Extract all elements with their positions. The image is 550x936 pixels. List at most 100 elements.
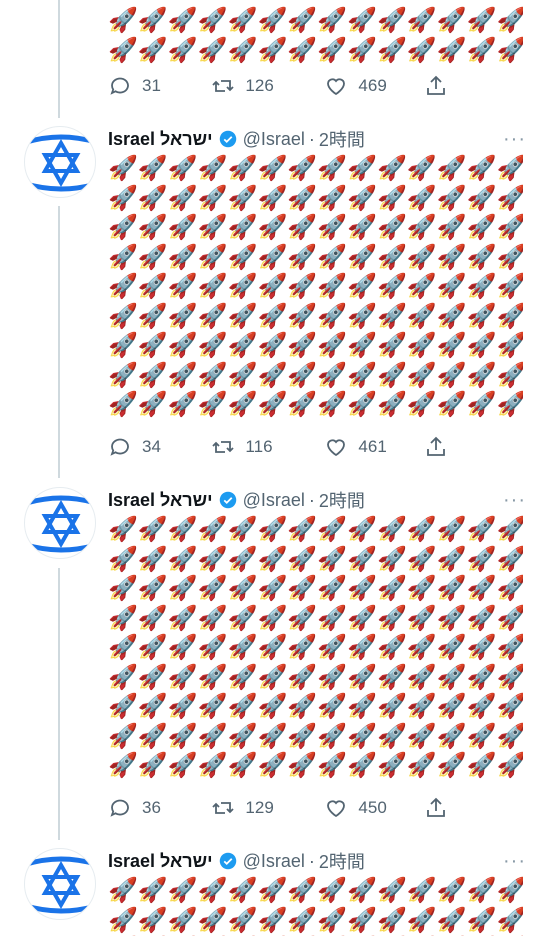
retweet-button[interactable]: 126 <box>211 72 324 100</box>
rocket-emoji: 🚀 <box>496 721 523 750</box>
emoji-grid: 🚀🚀🚀🚀🚀🚀🚀🚀🚀🚀🚀🚀🚀🚀🚀🚀🚀🚀🚀🚀🚀🚀🚀🚀🚀🚀🚀🚀🚀🚀🚀🚀🚀🚀🚀🚀🚀🚀🚀🚀… <box>108 515 523 781</box>
rocket-emoji: 🚀 <box>436 154 467 182</box>
rocket-emoji: 🚀 <box>496 905 523 934</box>
rocket-emoji: 🚀 <box>496 154 523 182</box>
heart-icon <box>327 78 346 96</box>
retweet-button[interactable]: 129 <box>211 794 324 822</box>
reply-bubble-icon <box>110 438 129 456</box>
rocket-emoji: 🚀 <box>108 662 138 691</box>
avatar[interactable] <box>24 126 96 198</box>
rocket-emoji: 🚀 <box>347 544 378 573</box>
rocket-emoji: 🚀 <box>406 574 437 602</box>
rocket-emoji: 🚀 <box>257 390 288 418</box>
rocket-emoji: 🚀 <box>436 751 467 779</box>
share-button[interactable] <box>424 433 458 461</box>
tweet-header: Israel ישראל @Israel · 2時間 <box>108 126 365 152</box>
avatar[interactable] <box>24 487 96 559</box>
rocket-emoji: 🚀 <box>197 390 228 418</box>
rocket-emoji: 🚀 <box>227 574 258 602</box>
timestamp[interactable]: 2時間 <box>319 126 365 152</box>
rocket-emoji: 🚀 <box>496 390 523 418</box>
rocket-emoji: 🚀 <box>197 633 228 661</box>
rocket-emoji: 🚀 <box>436 6 467 34</box>
rocket-emoji: 🚀 <box>436 544 467 573</box>
rocket-emoji: 🚀 <box>406 603 437 632</box>
share-button[interactable] <box>424 72 458 100</box>
handle[interactable]: @Israel <box>243 490 305 511</box>
emoji-grid: 🚀🚀🚀🚀🚀🚀🚀🚀🚀🚀🚀🚀🚀🚀🚀🚀🚀🚀🚀🚀🚀🚀🚀🚀🚀🚀🚀🚀🚀🚀🚀🚀🚀🚀🚀🚀🚀🚀🚀🚀… <box>108 876 523 936</box>
reply-button[interactable]: 34 <box>108 433 211 461</box>
rocket-emoji: 🚀 <box>466 242 497 271</box>
rocket-emoji: 🚀 <box>347 272 378 300</box>
more-horizontal-icon[interactable]: ··· <box>503 487 526 513</box>
rocket-emoji: 🚀 <box>347 213 378 241</box>
rocket-emoji: 🚀 <box>108 603 138 632</box>
rocket-emoji: 🚀 <box>227 692 258 720</box>
rocket-emoji: 🚀 <box>496 360 523 389</box>
rocket-emoji: 🚀 <box>137 751 168 779</box>
rocket-emoji: 🚀 <box>436 876 467 904</box>
rocket-emoji: 🚀 <box>137 876 168 904</box>
avatar[interactable] <box>24 848 96 920</box>
reply-button[interactable]: 31 <box>108 72 211 100</box>
tweet[interactable]: Israel ישראל @Israel · 2時間 ··· 🚀 🚀 🚀 🚀 🚀 🚀 🚀 🚀 🚀… <box>0 848 550 936</box>
rocket-emoji: 🚀 <box>496 574 523 602</box>
rocket-emoji: 🚀 <box>377 213 407 241</box>
share-button[interactable] <box>424 794 458 822</box>
rocket-emoji: 🚀 <box>377 242 407 271</box>
rocket-emoji: 🚀 <box>257 876 288 904</box>
rocket-emoji: 🚀 <box>257 544 288 573</box>
more-horizontal-icon[interactable]: ··· <box>503 126 526 152</box>
rocket-emoji: 🚀 <box>167 183 198 212</box>
handle[interactable]: @Israel <box>243 129 305 150</box>
like-button[interactable]: 461 <box>324 433 424 461</box>
rocket-emoji: 🚀 <box>167 242 198 271</box>
rocket-emoji: 🚀 <box>167 6 198 34</box>
reply-button[interactable]: 36 <box>108 794 211 822</box>
like-button[interactable]: 450 <box>324 794 424 822</box>
rocket-emoji: 🚀 <box>466 6 497 34</box>
rocket-emoji: 🚀 <box>167 751 198 779</box>
rocket-emoji: 🚀 <box>257 331 288 359</box>
tweet[interactable]: Israel ישראל @Israel · 2時間 ··· 🚀 🚀 🚀 🚀 🚀 🚀 🚀 🚀 🚀… <box>0 126 550 466</box>
like-button[interactable]: 469 <box>324 72 424 100</box>
emoji-grid: 🚀🚀🚀🚀🚀🚀🚀🚀🚀🚀🚀🚀🚀🚀🚀🚀🚀🚀🚀🚀🚀🚀🚀🚀🚀🚀🚀🚀🚀🚀🚀🚀🚀🚀🚀🚀🚀🚀🚀🚀… <box>108 154 523 420</box>
rocket-emoji: 🚀 <box>406 331 437 359</box>
more-horizontal-icon[interactable]: ··· <box>503 848 526 874</box>
display-name[interactable]: Israel ישראל <box>108 129 213 150</box>
retweet-button[interactable]: 116 <box>211 433 324 461</box>
rocket-emoji: 🚀 <box>108 390 138 418</box>
display-name[interactable]: Israel ישראל <box>108 851 213 872</box>
rocket-emoji: 🚀 <box>137 692 168 720</box>
rocket-emoji: 🚀 <box>436 183 467 212</box>
rocket-emoji: 🚀 <box>317 360 348 389</box>
rocket-emoji: 🚀 <box>406 6 437 34</box>
rocket-emoji: 🚀 <box>406 183 437 212</box>
reply-count: 36 <box>142 798 161 817</box>
rocket-emoji: 🚀 <box>197 35 228 64</box>
tweet[interactable]: Israel ישראל @Israel · 2時間 ··· 🚀 🚀 🚀 🚀 🚀 🚀 🚀 🚀 🚀… <box>0 487 550 827</box>
rocket-emoji: 🚀 <box>466 390 497 418</box>
rocket-emoji: 🚀 <box>197 574 228 602</box>
rocket-emoji: 🚀 <box>257 242 288 271</box>
rocket-emoji: 🚀 <box>257 213 288 241</box>
share-icon <box>427 797 445 817</box>
rocket-emoji: 🚀 <box>137 6 168 34</box>
rocket-emoji: 🚀 <box>167 574 198 602</box>
rocket-emoji: 🚀 <box>227 751 258 779</box>
rocket-emoji: 🚀 <box>406 751 437 779</box>
rocket-emoji: 🚀 <box>167 360 198 389</box>
tweet-partial-top[interactable]: 🚀 🚀 🚀 🚀 🚀 🚀 🚀 🚀 🚀 🚀 🚀 🚀 🚀 🚀 🚀 🚀 🚀 🚀 🚀 🚀 🚀 🚀 🚀 🚀 🚀 🚀 🚀 🚀 31 126 469 <box>0 0 550 110</box>
handle[interactable]: @Israel <box>243 851 305 872</box>
rocket-emoji: 🚀 <box>466 692 497 720</box>
rocket-emoji: 🚀 <box>317 633 348 661</box>
rocket-emoji: 🚀 <box>377 6 407 34</box>
timestamp[interactable]: 2時間 <box>319 848 365 874</box>
display-name[interactable]: Israel ישראל <box>108 490 213 511</box>
rocket-emoji: 🚀 <box>406 35 437 64</box>
rocket-emoji: 🚀 <box>227 272 258 300</box>
timestamp[interactable]: 2時間 <box>319 487 365 513</box>
rocket-emoji: 🚀 <box>197 876 228 904</box>
rocket-emoji: 🚀 <box>377 183 407 212</box>
rocket-emoji: 🚀 <box>137 390 168 418</box>
